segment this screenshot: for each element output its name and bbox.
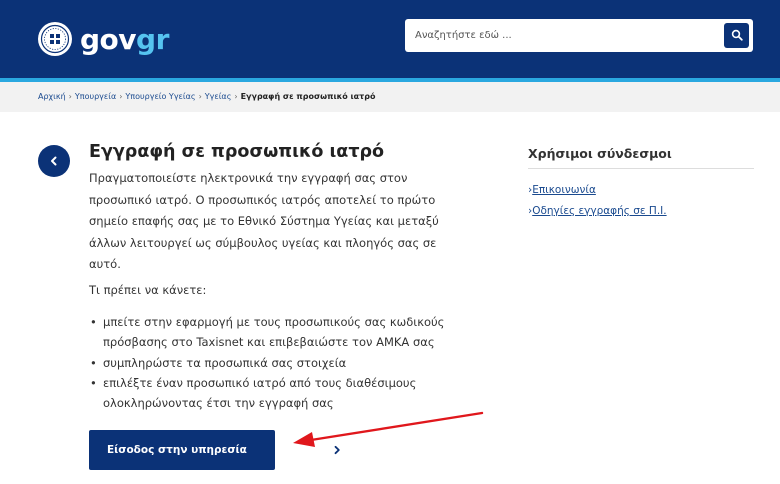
- chevron-left-icon: [48, 152, 60, 171]
- list-item: μπείτε στην εφαρμογή με τους προσωπικούς…: [89, 312, 459, 353]
- back-button[interactable]: [38, 145, 70, 177]
- breadcrumb-separator: ›: [198, 92, 202, 101]
- search-box: [405, 19, 753, 52]
- breadcrumb-bar: Αρχική › Υπουργεία › Υπουργείο Υγείας › Υγείας…: [0, 82, 780, 112]
- govgr-logo[interactable]: govgr: [38, 22, 169, 56]
- breadcrumb-health[interactable]: Υγείας: [205, 92, 232, 101]
- breadcrumb-ministries[interactable]: Υπουργεία: [75, 92, 116, 101]
- search-icon: [731, 26, 743, 45]
- breadcrumb-separator: ›: [119, 92, 123, 101]
- sidebar-divider: [528, 168, 754, 169]
- search-input[interactable]: [405, 19, 715, 52]
- enter-service-label: Είσοδος στην υπηρεσία: [107, 444, 247, 456]
- enter-service-button[interactable]: Είσοδος στην υπηρεσία: [89, 430, 347, 470]
- sidebar-link-registration-guide[interactable]: Οδηγίες εγγραφής σε Π.Ι.: [532, 205, 666, 217]
- sidebar-link-item: ›Οδηγίες εγγραφής σε Π.Ι.: [528, 205, 667, 217]
- logo-text-gr: gr: [136, 22, 169, 56]
- breadcrumb-current: Εγγραφή σε προσωπικό ιατρό: [240, 92, 376, 101]
- annotation-arrow-icon: [293, 411, 484, 447]
- sidebar-link-item: ›Επικοινωνία: [528, 184, 596, 196]
- breadcrumb-separator: ›: [68, 92, 72, 101]
- logo-wordmark: govgr: [80, 23, 169, 56]
- page-title: Εγγραφή σε προσωπικό ιατρό: [89, 142, 385, 162]
- breadcrumb-home[interactable]: Αρχική: [38, 92, 66, 101]
- useful-links-list: ›Επικοινωνία ›Οδηγίες εγγραφής σε Π.Ι.: [528, 180, 667, 222]
- useful-links-heading: Χρήσιμοι σύνδεσμοι: [528, 146, 672, 161]
- site-header: govgr: [0, 0, 780, 78]
- list-item: συμπληρώστε τα προσωπικά σας στοιχεία: [89, 353, 459, 374]
- instructions-heading: Τι πρέπει να κάνετε:: [89, 283, 207, 297]
- sidebar-link-contact[interactable]: Επικοινωνία: [532, 184, 596, 196]
- breadcrumb: Αρχική › Υπουργεία › Υπουργείο Υγείας › Υγείας…: [38, 92, 375, 101]
- search-button[interactable]: [724, 23, 749, 48]
- service-description: Πραγματοποιείστε ηλεκτρονικά την εγγραφή…: [89, 171, 439, 271]
- breadcrumb-separator: ›: [234, 92, 238, 101]
- hellenic-republic-emblem-icon: [38, 22, 72, 56]
- breadcrumb-ministry-of-health[interactable]: Υπουργείο Υγείας: [125, 92, 195, 101]
- logo-text-gov: gov: [80, 22, 137, 56]
- instructions-list: μπείτε στην εφαρμογή με τους προσωπικούς…: [89, 312, 459, 413]
